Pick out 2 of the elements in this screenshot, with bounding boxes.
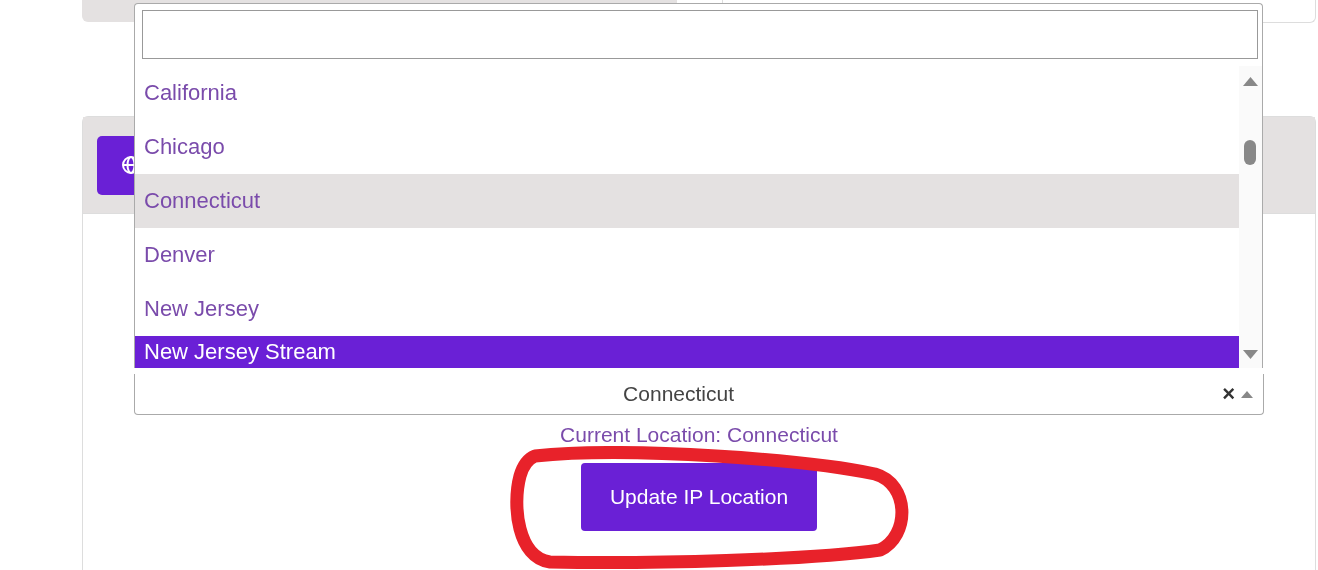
- selected-value: Connecticut: [622, 382, 735, 406]
- current-location-text: Current Location: Connecticut: [560, 423, 838, 447]
